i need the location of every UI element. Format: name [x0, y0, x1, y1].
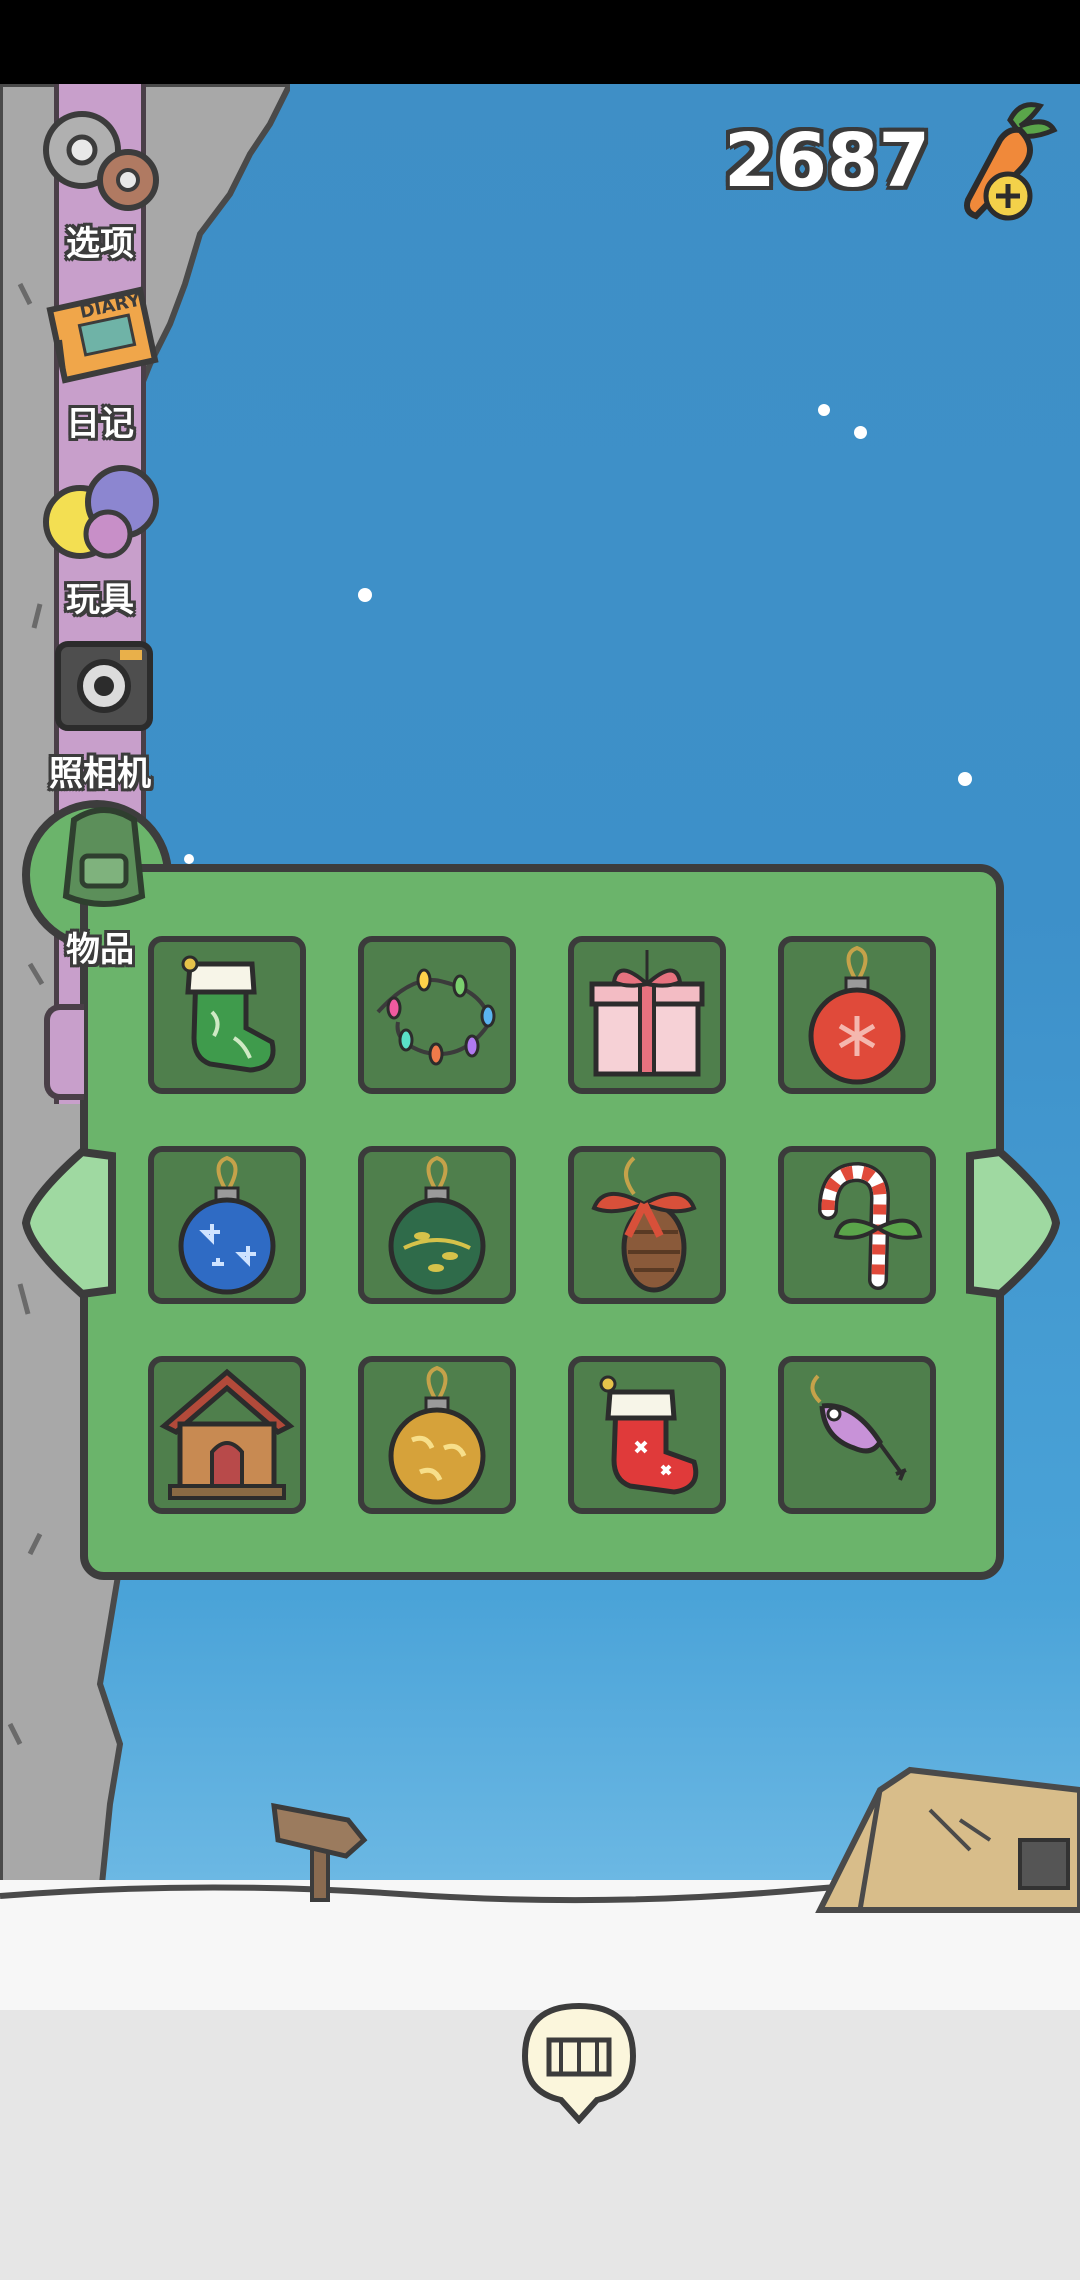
- house-icon: [159, 1368, 295, 1500]
- prev-page-arrow[interactable]: [20, 1148, 120, 1298]
- tent: [815, 1766, 1080, 1913]
- gear-icon: [43, 111, 159, 211]
- menu-camera-label: 照相机: [49, 754, 151, 794]
- menu-toys-label: 玩具: [66, 580, 134, 620]
- menu-camera[interactable]: 照相机: [20, 630, 180, 800]
- inventory-slot-candy-cane[interactable]: [778, 1146, 936, 1304]
- next-page-arrow[interactable]: [962, 1148, 1062, 1298]
- status-bar: [0, 0, 1080, 84]
- inventory-slot-gold-ornament[interactable]: [358, 1356, 516, 1514]
- inventory-slot-red-ornament[interactable]: [778, 936, 936, 1094]
- menu-diary-label: 日记: [66, 404, 134, 444]
- menu-toys[interactable]: 玩具: [20, 456, 180, 626]
- inventory-slot-red-stocking[interactable]: [568, 1356, 726, 1514]
- menu-options[interactable]: 选项: [20, 100, 180, 270]
- menu-extra-hidden[interactable]: [44, 1004, 84, 1100]
- inventory-slot-tiny-house[interactable]: [148, 1356, 306, 1514]
- inventory-slot-green-stocking[interactable]: [148, 936, 306, 1094]
- menu-options-label: 选项: [66, 224, 134, 264]
- inventory-slot-blue-ornament[interactable]: [148, 1146, 306, 1304]
- snowflake: [958, 772, 972, 786]
- blue-ornament-icon: [178, 1155, 276, 1295]
- backpack-icon: [62, 807, 146, 907]
- green-stocking-icon: [181, 955, 276, 1073]
- string-lights-icon: [376, 968, 496, 1066]
- carrot-count: 2687: [724, 118, 930, 204]
- snowflake: [818, 404, 830, 416]
- inventory-slot-fishing-lure[interactable]: [778, 1356, 936, 1514]
- snowflake: [358, 588, 372, 602]
- inventory-slot-pinecone[interactable]: [568, 1146, 726, 1304]
- gold-ornament-icon: [388, 1365, 486, 1505]
- fishing-lure-icon: [810, 1374, 907, 1481]
- carrot-plus-icon[interactable]: [950, 100, 1060, 230]
- pinecone-icon: [591, 1156, 697, 1293]
- red-stocking-icon: [599, 1375, 699, 1495]
- game-screen: 选项 DIARY 日记 玩具 照相机 物品 2687: [0, 0, 1080, 2280]
- inventory-slot-string-lights[interactable]: [358, 936, 516, 1094]
- inventory-slot-green-ornament[interactable]: [358, 1146, 516, 1304]
- gift-box-icon: [589, 950, 705, 1077]
- snowflake: [854, 426, 867, 439]
- home-map-icon[interactable]: [521, 2000, 637, 2124]
- diary-icon: DIARY: [46, 286, 159, 384]
- camera-icon: [55, 641, 153, 731]
- green-ornament-icon: [388, 1155, 486, 1295]
- signpost: [271, 1802, 368, 1902]
- menu-diary[interactable]: DIARY 日记: [20, 280, 180, 450]
- red-ornament-icon: [808, 945, 906, 1085]
- inventory-slot-gift-box[interactable]: [568, 936, 726, 1094]
- toy-balls-icon: [43, 465, 159, 559]
- candy-cane-icon: [818, 1161, 923, 1290]
